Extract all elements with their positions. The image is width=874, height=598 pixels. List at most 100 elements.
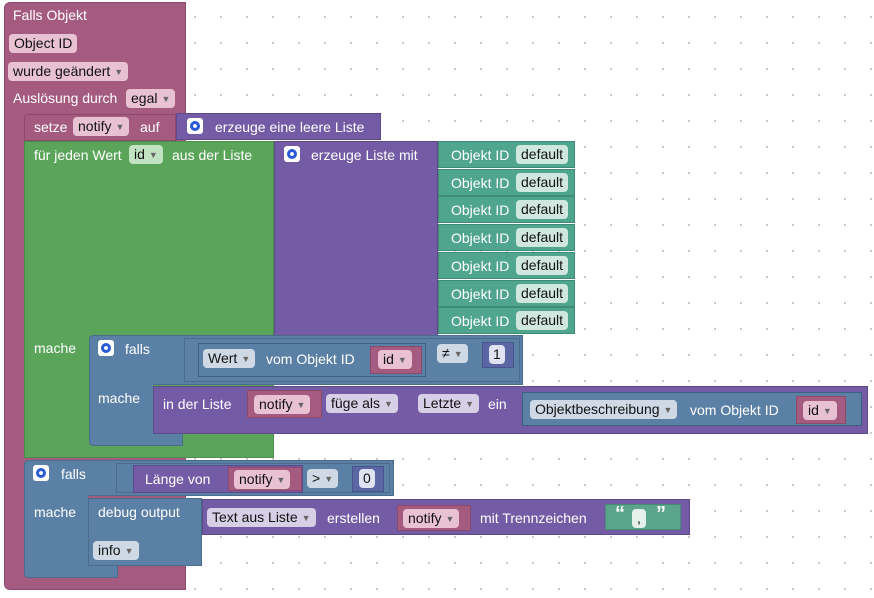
chevron-down-icon: ▼ bbox=[301, 513, 311, 523]
chevron-down-icon: ▼ bbox=[115, 122, 125, 132]
object-id-item-value[interactable]: default bbox=[516, 228, 569, 248]
object-id-field[interactable]: Object ID bbox=[9, 34, 78, 53]
id-variable-dropdown[interactable]: id ▼ bbox=[378, 350, 412, 369]
set-variable-dropdown[interactable]: notify ▼ bbox=[73, 117, 130, 136]
object-id-item-label: Objekt ID bbox=[451, 257, 510, 274]
number-field-1[interactable]: 1 bbox=[489, 345, 505, 364]
object-id-item-label: Objekt ID bbox=[451, 174, 510, 191]
foreach-do-label: mache bbox=[34, 340, 77, 356]
chevron-down-icon: ▼ bbox=[445, 514, 455, 524]
chevron-down-icon: ▼ bbox=[384, 399, 393, 409]
object-id-item-value[interactable]: default bbox=[516, 255, 569, 275]
change-dropdown[interactable]: wurde geändert ▼ bbox=[8, 62, 129, 81]
insert-mode-value: füge als bbox=[331, 395, 381, 411]
foreach-from-label: aus der Liste bbox=[172, 147, 253, 163]
list-text-mode-dropdown[interactable]: Text aus Liste ▼ bbox=[207, 508, 316, 527]
set-on-label: auf bbox=[140, 119, 160, 135]
insert-variable-value: notify bbox=[259, 396, 293, 412]
close-quote-icon: ” bbox=[656, 503, 666, 525]
ein-label: ein bbox=[488, 396, 507, 412]
chevron-down-icon: ▼ bbox=[296, 400, 306, 410]
insert-from-object-label: vom Objekt ID bbox=[690, 402, 779, 418]
if1-label: falls bbox=[125, 341, 150, 357]
operator-dropdown-2[interactable]: > ▼ bbox=[307, 469, 339, 488]
operator-value: ≠ bbox=[442, 345, 450, 361]
object-id-item-value[interactable]: default bbox=[516, 145, 569, 164]
object-id-item-label: Objekt ID bbox=[451, 202, 510, 219]
create-list-block[interactable] bbox=[274, 141, 438, 336]
chevron-down-icon: ▼ bbox=[663, 405, 673, 415]
foreach-variable-value: id bbox=[134, 146, 145, 162]
chevron-down-icon: ▼ bbox=[397, 355, 407, 365]
chevron-down-icon: ▼ bbox=[148, 150, 158, 160]
from-object-label: vom Objekt ID bbox=[266, 351, 355, 367]
create-empty-list-label: erzeuge eine leere Liste bbox=[215, 119, 365, 135]
object-id-item-label: Objekt ID bbox=[451, 147, 510, 163]
insert-id-value: id bbox=[808, 402, 819, 418]
foreach-label: für jeden Wert bbox=[34, 147, 122, 163]
set-variable-value: notify bbox=[78, 118, 112, 134]
gear-icon[interactable] bbox=[33, 465, 49, 481]
text-variable-value: notify bbox=[408, 510, 442, 526]
change-dropdown-value: wurde geändert bbox=[13, 63, 111, 79]
object-property-dropdown[interactable]: Objektbeschreibung ▼ bbox=[530, 400, 678, 419]
object-property-value: Objektbeschreibung bbox=[535, 401, 660, 417]
foreach-variable-dropdown[interactable]: id ▼ bbox=[129, 145, 163, 164]
event-block-footer bbox=[4, 578, 186, 590]
text-variable-dropdown[interactable]: notify ▼ bbox=[403, 509, 460, 528]
insert-mode-dropdown[interactable]: füge als ▼ bbox=[326, 394, 398, 413]
if-block-1-footer bbox=[89, 434, 183, 446]
value-dropdown-value: Wert bbox=[208, 350, 238, 366]
chevron-down-icon: ▼ bbox=[276, 475, 286, 485]
object-id-item-value[interactable]: default bbox=[516, 200, 569, 220]
number-field-2[interactable]: 0 bbox=[359, 469, 375, 488]
debug-output-label: debug output bbox=[98, 504, 180, 520]
chevron-down-icon: ▼ bbox=[241, 354, 251, 364]
operator-dropdown[interactable]: ≠ ▼ bbox=[437, 344, 468, 363]
gear-icon[interactable] bbox=[98, 340, 114, 356]
id-variable-value: id bbox=[383, 351, 394, 367]
value-dropdown[interactable]: Wert ▼ bbox=[203, 349, 256, 368]
with-separator-label: mit Trennzeichen bbox=[480, 510, 587, 526]
set-label: setze bbox=[34, 119, 68, 135]
gear-icon[interactable] bbox=[187, 118, 203, 134]
length-variable-dropdown[interactable]: notify ▼ bbox=[234, 470, 291, 489]
create-label: erstellen bbox=[327, 510, 380, 526]
object-id-item-label: Objekt ID bbox=[451, 313, 510, 330]
if2-label: falls bbox=[61, 466, 86, 482]
open-quote-icon: “ bbox=[615, 503, 625, 525]
trigger-dropdown-value: egal bbox=[131, 90, 158, 106]
event-title: Falls Objekt bbox=[13, 7, 87, 23]
chevron-down-icon: ▼ bbox=[465, 399, 475, 409]
gear-icon[interactable] bbox=[284, 146, 300, 162]
if-block-2-footer bbox=[24, 565, 118, 578]
insert-variable-dropdown[interactable]: notify ▼ bbox=[254, 395, 311, 414]
trigger-dropdown[interactable]: egal ▼ bbox=[126, 89, 176, 108]
chevron-down-icon: ▼ bbox=[124, 546, 134, 556]
if1-do-label: mache bbox=[98, 390, 141, 406]
object-id-item-value[interactable]: default bbox=[516, 172, 569, 192]
list-text-mode-value: Text aus Liste bbox=[212, 509, 298, 525]
create-list-label: erzeuge Liste mit bbox=[311, 147, 418, 163]
chevron-down-icon: ▼ bbox=[324, 474, 334, 484]
chevron-down-icon: ▼ bbox=[453, 349, 463, 359]
in-list-label: in der Liste bbox=[163, 396, 232, 412]
object-id-item-value[interactable]: default bbox=[516, 311, 569, 331]
object-id-item-label: Objekt ID bbox=[451, 230, 510, 247]
object-id-item-value[interactable]: default bbox=[516, 283, 569, 303]
chevron-down-icon: ▼ bbox=[161, 94, 171, 104]
object-id-item-label: Objekt ID bbox=[451, 285, 510, 302]
length-variable-value: notify bbox=[239, 471, 273, 487]
chevron-down-icon: ▼ bbox=[114, 67, 124, 77]
if2-do-label: mache bbox=[34, 504, 77, 520]
debug-level-dropdown[interactable]: info ▼ bbox=[93, 541, 139, 560]
insert-id-dropdown[interactable]: id ▼ bbox=[803, 401, 837, 420]
foreach-footer bbox=[24, 446, 274, 458]
chevron-down-icon: ▼ bbox=[822, 406, 832, 416]
debug-level-value: info bbox=[98, 542, 121, 558]
trigger-label: Auslösung durch bbox=[13, 90, 118, 106]
insert-position-dropdown[interactable]: Letzte ▼ bbox=[418, 394, 480, 413]
insert-position-value: Letzte bbox=[423, 395, 462, 411]
length-of-label: Länge von bbox=[145, 471, 211, 487]
separator-field[interactable]: , bbox=[632, 509, 646, 528]
